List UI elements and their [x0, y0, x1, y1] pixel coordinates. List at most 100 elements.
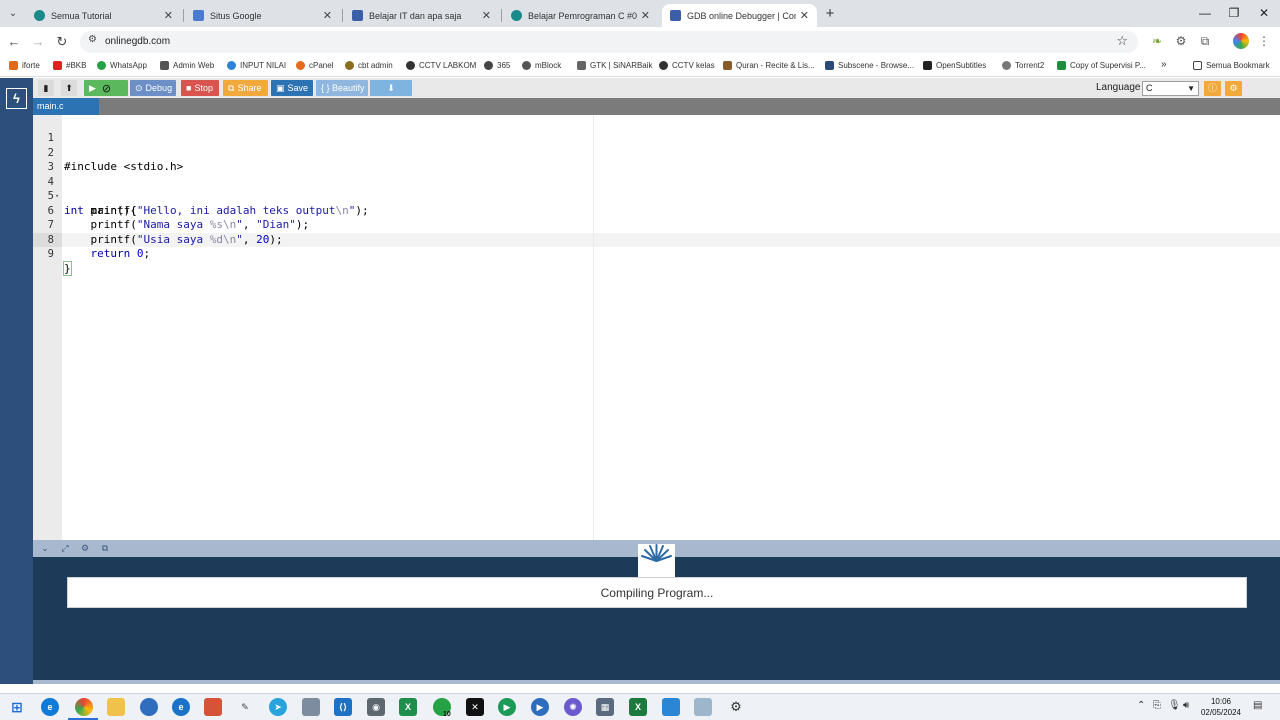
back-icon[interactable]: ←: [5, 33, 23, 51]
settings-gear-icon[interactable]: ⚙: [1225, 81, 1242, 96]
chromium-icon[interactable]: [140, 698, 158, 716]
browser-tab-belajar-pemrograman[interactable]: Belajar Pemrograman C #04: M ✕: [503, 4, 658, 27]
bookmark-cbt-admin[interactable]: cbt admin: [345, 61, 393, 70]
output-settings-icon[interactable]: ⚙: [79, 543, 91, 554]
opensubtitles-icon: [923, 61, 932, 70]
taskbar-clock[interactable]: 10:06 02/05/2024: [1196, 696, 1246, 718]
gtk-icon: [577, 61, 586, 70]
bookmark-cctv-kelas[interactable]: CCTV kelas: [659, 61, 715, 70]
bookmark-input-nilai[interactable]: INPUT NILAI: [227, 61, 286, 70]
bookmark-gtk-sinarbaik[interactable]: GTK | SiNARBaik: [577, 61, 653, 70]
info-icon[interactable]: ⓘ: [1204, 81, 1221, 96]
browser-menu-icon[interactable]: ⋮: [1256, 33, 1272, 49]
bookmark-quran[interactable]: Quran - Recite & Lis...: [723, 61, 815, 70]
camera-app-icon[interactable]: ◉: [367, 698, 385, 716]
code-editor[interactable]: 1 2 #include <stdio.h> 3 4 ▾ int main(){…: [33, 115, 1280, 540]
close-icon[interactable]: ✕: [323, 9, 332, 22]
minimize-icon[interactable]: —: [1190, 3, 1220, 23]
stop-icon: ■: [186, 83, 192, 93]
reload-icon[interactable]: ↻: [53, 33, 71, 51]
bookmark-whatsapp[interactable]: WhatsApp: [97, 61, 147, 70]
compile-status-message: Compiling Program...: [67, 577, 1247, 608]
extensions-puzzle-icon[interactable]: ⧉: [1197, 33, 1213, 49]
bookmark-mblock[interactable]: mBlock: [522, 61, 561, 70]
browser-tab-semua-tutorial[interactable]: Semua Tutorial ✕: [26, 4, 181, 27]
gdb-logo-icon[interactable]: ϟ: [6, 88, 27, 109]
notifications-icon[interactable]: ▤: [1253, 700, 1262, 711]
code-line: 4 ▾ int main(){: [47, 175, 137, 217]
bookmark-star-icon[interactable]: ☆: [1116, 33, 1128, 49]
language-select[interactable]: C ▼: [1142, 81, 1199, 96]
internet-explorer-icon[interactable]: e: [172, 698, 190, 716]
bookmark-cctv-labkom[interactable]: CCTV LABKOM: [406, 61, 476, 70]
collapse-chevron-icon[interactable]: ⌄: [39, 543, 51, 554]
app-icon[interactable]: [302, 698, 320, 716]
file-explorer-icon[interactable]: [107, 698, 125, 716]
bookmark-365[interactable]: 365: [484, 61, 510, 70]
debug-button[interactable]: ⊙ Debug: [130, 80, 176, 96]
telegram-icon[interactable]: ➤: [269, 698, 287, 716]
forward-icon[interactable]: →: [29, 33, 47, 51]
close-window-icon[interactable]: ✕: [1249, 3, 1279, 23]
bookmark-opensubtitles[interactable]: OpenSubtitles: [923, 61, 986, 70]
site-info-icon[interactable]: ⚙: [88, 34, 97, 45]
save-button[interactable]: ▣ Save: [271, 80, 313, 96]
close-icon[interactable]: ✕: [641, 9, 650, 22]
whatsapp-taskbar-icon[interactable]: 10: [433, 698, 451, 718]
extension-leaf-icon[interactable]: ❧: [1149, 33, 1165, 49]
run-button[interactable]: ▶ ⊘: [84, 80, 128, 96]
bookmark-bkb[interactable]: #BKB: [53, 61, 86, 70]
address-bar[interactable]: ⚙ onlinegdb.com ☆: [80, 31, 1138, 53]
file-tab-main-c[interactable]: main.c: [33, 98, 99, 115]
stop-button[interactable]: ■ Stop: [181, 80, 219, 96]
bookmark-iforte[interactable]: iforte: [9, 61, 40, 70]
excel-icon[interactable]: X: [629, 698, 647, 716]
close-icon[interactable]: ✕: [800, 9, 809, 22]
beautify-button[interactable]: { } Beautify: [316, 80, 368, 96]
volume-icon[interactable]: 🔊︎: [1183, 700, 1189, 711]
upload-icon[interactable]: ⬆: [61, 80, 77, 96]
settings-app-icon[interactable]: ✺: [564, 698, 582, 716]
copy-output-icon[interactable]: ⧉: [99, 543, 111, 554]
expand-icon[interactable]: ⤢: [59, 543, 71, 554]
close-icon[interactable]: ✕: [482, 9, 491, 22]
extension-gear-icon[interactable]: ⚙: [1173, 33, 1189, 49]
url-text[interactable]: onlinegdb.com: [105, 36, 170, 47]
browser-tab-gdb-online[interactable]: GDB online Debugger | Compil ✕: [662, 4, 817, 27]
calculator-icon[interactable]: ▦: [596, 698, 614, 716]
restore-icon[interactable]: ❐: [1219, 3, 1249, 23]
gear-icon[interactable]: ⚙: [727, 698, 745, 716]
new-file-icon[interactable]: ▮: [38, 80, 54, 96]
browser-tab-belajar-it[interactable]: Belajar IT dan apa saja ✕: [344, 4, 499, 27]
bookmark-torrent2[interactable]: Torrent2: [1002, 61, 1044, 70]
profile-avatar[interactable]: [1233, 33, 1249, 49]
app-grid-icon[interactable]: [204, 698, 222, 716]
notes-icon[interactable]: [694, 698, 712, 716]
tray-chevron-up-icon[interactable]: ⌃: [1137, 700, 1145, 711]
tab-search-icon[interactable]: ⌄: [4, 5, 22, 23]
bookmark-cpanel[interactable]: cPanel: [296, 61, 333, 70]
all-bookmarks-folder[interactable]: Semua Bookmark: [1193, 61, 1270, 70]
chrome-icon[interactable]: [75, 698, 93, 716]
corel-icon[interactable]: X: [399, 698, 417, 716]
play-app-icon[interactable]: ▶: [531, 698, 549, 716]
new-tab-button[interactable]: +: [821, 5, 839, 23]
pen-tool-icon[interactable]: ✎: [236, 698, 254, 716]
bookmark-supervisi[interactable]: Copy of Supervisi P...: [1057, 61, 1146, 70]
photos-icon[interactable]: [662, 698, 680, 716]
vscode-icon[interactable]: ⟨⟩: [334, 698, 352, 716]
more-bookmarks-button[interactable]: »: [1161, 59, 1167, 70]
close-icon[interactable]: ✕: [164, 9, 173, 22]
browser-tab-situs-google[interactable]: Situs Google ✕: [185, 4, 340, 27]
media-player-icon[interactable]: ▶: [498, 698, 516, 716]
capcut-icon[interactable]: ✕: [466, 698, 484, 716]
bookmark-admin-web[interactable]: Admin Web: [160, 61, 214, 70]
microphone-icon[interactable]: 🎙︎: [1168, 700, 1181, 711]
edge-icon[interactable]: e: [41, 698, 59, 716]
download-button[interactable]: ⬇: [370, 80, 412, 96]
bookmark-subscene[interactable]: Subscene - Browse...: [825, 61, 914, 70]
network-icon[interactable]: ⎘: [1153, 700, 1161, 711]
share-button[interactable]: ⧉ Share: [223, 80, 268, 96]
windows-start-icon[interactable]: ⊞: [8, 698, 26, 716]
sheets-icon: [1057, 61, 1066, 70]
